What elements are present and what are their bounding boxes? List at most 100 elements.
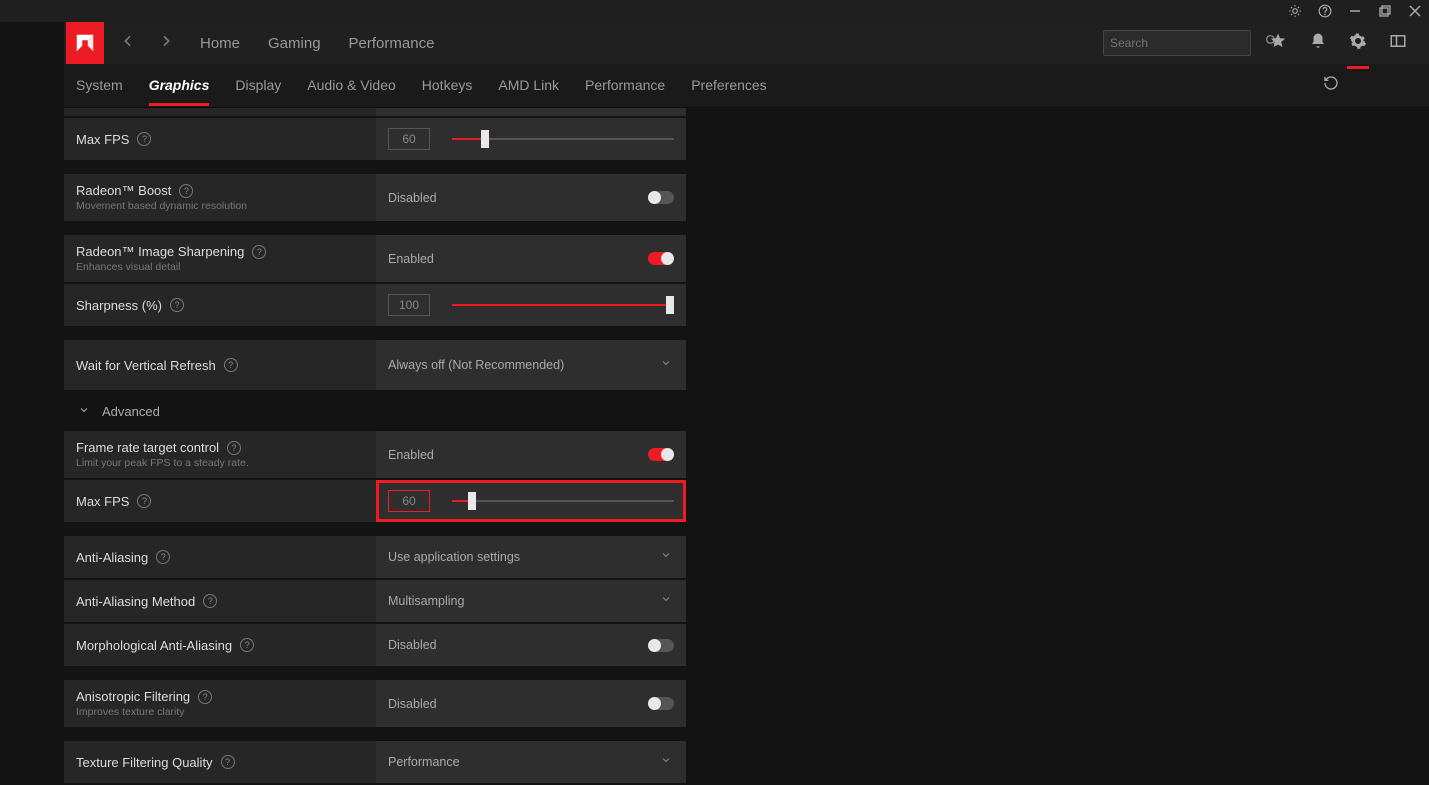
max-fps-label: Max FPS bbox=[76, 132, 129, 147]
row-radeon-boost: Radeon™ Boost? Movement based dynamic re… bbox=[64, 174, 686, 221]
chevron-down-icon bbox=[660, 548, 672, 566]
row-tfq: Texture Filtering Quality? Performance bbox=[64, 741, 686, 783]
bell-icon[interactable] bbox=[1309, 32, 1327, 55]
radeon-boost-label: Radeon™ Boost bbox=[76, 183, 171, 198]
panel-icon[interactable] bbox=[1389, 32, 1407, 55]
morph-aa-toggle[interactable] bbox=[648, 639, 674, 652]
help-icon[interactable]: ? bbox=[203, 594, 217, 608]
row-anisotropic: Anisotropic Filtering? Improves texture … bbox=[64, 680, 686, 727]
minimize-icon[interactable] bbox=[1347, 3, 1363, 19]
frtc-toggle[interactable] bbox=[648, 448, 674, 461]
help-icon[interactable]: ? bbox=[179, 184, 193, 198]
aniso-label: Anisotropic Filtering bbox=[76, 689, 190, 704]
sharpness-slider[interactable] bbox=[452, 303, 674, 307]
close-icon[interactable] bbox=[1407, 3, 1423, 19]
search-input[interactable] bbox=[1110, 36, 1265, 50]
sharpness-label: Sharpness (%) bbox=[76, 298, 162, 313]
tab-system[interactable]: System bbox=[76, 77, 123, 95]
chevron-down-icon bbox=[660, 356, 672, 374]
row-max-fps-frtc: Max FPS? bbox=[64, 480, 686, 522]
row-vsync: Wait for Vertical Refresh? Always off (N… bbox=[64, 340, 686, 390]
aa-method-label: Anti-Aliasing Method bbox=[76, 594, 195, 609]
help-icon[interactable]: ? bbox=[240, 638, 254, 652]
tab-performance[interactable]: Performance bbox=[585, 77, 665, 95]
max-fps-input[interactable] bbox=[388, 128, 430, 150]
frtc-value: Enabled bbox=[388, 448, 434, 462]
chevron-down-icon bbox=[78, 404, 90, 419]
morph-aa-label: Morphological Anti-Aliasing bbox=[76, 638, 232, 653]
max-fps-slider[interactable] bbox=[452, 137, 674, 141]
favorite-icon[interactable] bbox=[1269, 32, 1287, 55]
help-icon[interactable]: ? bbox=[198, 690, 212, 704]
row-aa-method: Anti-Aliasing Method? Multisampling bbox=[64, 580, 686, 622]
tab-audio-video[interactable]: Audio & Video bbox=[307, 77, 395, 95]
nav-gaming[interactable]: Gaming bbox=[268, 35, 321, 52]
aa-method-value: Multisampling bbox=[388, 594, 464, 608]
vsync-dropdown[interactable]: Always off (Not Recommended) bbox=[376, 340, 686, 390]
max-fps-frtc-input[interactable] bbox=[388, 490, 430, 512]
graphics-settings-panel: Max FPS? Radeon™ Boost? Movement based d… bbox=[64, 108, 686, 785]
aniso-sub: Improves texture clarity bbox=[76, 706, 364, 718]
aniso-value: Disabled bbox=[388, 697, 437, 711]
row-max-fps: Max FPS? bbox=[64, 118, 686, 160]
settings-tabs: System Graphics Display Audio & Video Ho… bbox=[0, 64, 1429, 108]
help-icon[interactable]: ? bbox=[137, 494, 151, 508]
nav-home[interactable]: Home bbox=[200, 35, 240, 52]
chevron-down-icon bbox=[660, 753, 672, 771]
help-icon[interactable]: ? bbox=[252, 245, 266, 259]
radeon-boost-value: Disabled bbox=[388, 191, 437, 205]
advanced-label: Advanced bbox=[102, 404, 160, 419]
tfq-label: Texture Filtering Quality bbox=[76, 755, 213, 770]
tab-graphics[interactable]: Graphics bbox=[149, 77, 210, 106]
vsync-value: Always off (Not Recommended) bbox=[388, 358, 564, 372]
tab-display[interactable]: Display bbox=[235, 77, 281, 95]
gear-icon[interactable] bbox=[1349, 32, 1367, 55]
image-sharpening-sub: Enhances visual detail bbox=[76, 261, 364, 273]
reset-icon[interactable] bbox=[1323, 75, 1339, 96]
help-icon[interactable]: ? bbox=[156, 550, 170, 564]
bug-icon[interactable] bbox=[1287, 3, 1303, 19]
help-icon[interactable]: ? bbox=[170, 298, 184, 312]
image-sharpening-value: Enabled bbox=[388, 252, 434, 266]
row-anti-aliasing: Anti-Aliasing? Use application settings bbox=[64, 536, 686, 578]
aa-label: Anti-Aliasing bbox=[76, 550, 148, 565]
vsync-label: Wait for Vertical Refresh bbox=[76, 358, 216, 373]
sharpness-input[interactable] bbox=[388, 294, 430, 316]
header: Home Gaming Performance bbox=[0, 22, 1429, 64]
radeon-boost-toggle[interactable] bbox=[648, 191, 674, 204]
nav-performance[interactable]: Performance bbox=[349, 35, 435, 52]
forward-button[interactable] bbox=[158, 33, 174, 54]
radeon-boost-sub: Movement based dynamic resolution bbox=[76, 200, 364, 212]
aa-method-dropdown[interactable]: Multisampling bbox=[376, 580, 686, 622]
amd-logo[interactable] bbox=[66, 22, 104, 64]
row-frtc: Frame rate target control? Limit your pe… bbox=[64, 431, 686, 478]
help-icon[interactable]: ? bbox=[227, 441, 241, 455]
row-morph-aa: Morphological Anti-Aliasing? Disabled bbox=[64, 624, 686, 666]
image-sharpening-toggle[interactable] bbox=[648, 252, 674, 265]
aniso-toggle[interactable] bbox=[648, 697, 674, 710]
morph-aa-value: Disabled bbox=[388, 638, 437, 652]
aa-dropdown[interactable]: Use application settings bbox=[376, 536, 686, 578]
frtc-sub: Limit your peak FPS to a steady rate. bbox=[76, 457, 364, 469]
main-nav: Home Gaming Performance bbox=[200, 35, 434, 52]
help-icon[interactable]: ? bbox=[221, 755, 235, 769]
image-sharpening-label: Radeon™ Image Sharpening bbox=[76, 244, 244, 259]
row-partial-top bbox=[64, 108, 686, 116]
help-icon[interactable]: ? bbox=[137, 132, 151, 146]
help-icon[interactable] bbox=[1317, 3, 1333, 19]
tab-amdlink[interactable]: AMD Link bbox=[498, 77, 559, 95]
help-icon[interactable]: ? bbox=[224, 358, 238, 372]
advanced-section-toggle[interactable]: Advanced bbox=[64, 392, 686, 431]
row-image-sharpening: Radeon™ Image Sharpening? Enhances visua… bbox=[64, 235, 686, 282]
frtc-label: Frame rate target control bbox=[76, 440, 219, 455]
row-sharpness: Sharpness (%)? bbox=[64, 284, 686, 326]
maximize-icon[interactable] bbox=[1377, 3, 1393, 19]
tfq-dropdown[interactable]: Performance bbox=[376, 741, 686, 783]
max-fps-frtc-slider[interactable] bbox=[452, 499, 674, 503]
search-box[interactable] bbox=[1103, 30, 1251, 56]
tab-preferences[interactable]: Preferences bbox=[691, 77, 766, 95]
tfq-value: Performance bbox=[388, 755, 460, 769]
back-button[interactable] bbox=[120, 33, 136, 54]
titlebar bbox=[0, 0, 1429, 22]
tab-hotkeys[interactable]: Hotkeys bbox=[422, 77, 473, 95]
